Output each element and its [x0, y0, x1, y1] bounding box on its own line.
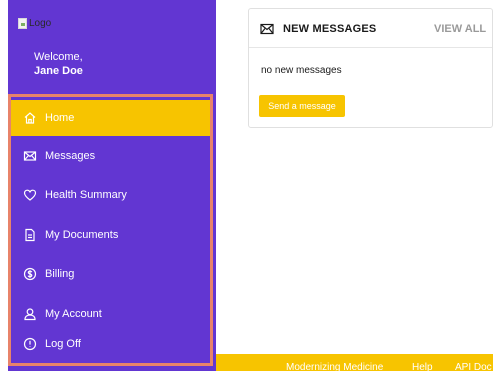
footer-bar: Modernizing Medicine Help API Doc — [216, 354, 493, 371]
envelope-icon — [260, 23, 274, 35]
empty-state-text: no new messages — [261, 65, 342, 76]
panel-title: NEW MESSAGES — [260, 23, 376, 35]
broken-image-icon — [18, 18, 27, 29]
panel-header: NEW MESSAGES VIEW ALL — [249, 9, 492, 48]
view-all-link[interactable]: VIEW ALL — [434, 23, 486, 35]
sidebar-item-log-off[interactable]: Log Off — [11, 326, 210, 362]
power-icon — [23, 337, 37, 351]
sidebar-item-health-summary[interactable]: Health Summary — [11, 177, 210, 213]
heart-icon — [23, 188, 37, 202]
sidebar-item-label: Billing — [45, 268, 75, 280]
home-icon — [23, 111, 37, 125]
envelope-icon — [23, 149, 37, 163]
new-messages-panel: NEW MESSAGES VIEW ALL no new messages Se… — [248, 8, 493, 128]
logo[interactable]: Logo — [18, 18, 51, 29]
send-message-button[interactable]: Send a message — [259, 95, 345, 117]
welcome-text: Welcome, — [34, 51, 83, 63]
document-icon — [23, 228, 37, 242]
sidebar-item-label: My Account — [45, 308, 102, 320]
dollar-circle-icon — [23, 267, 37, 281]
sidebar-item-home[interactable]: Home — [11, 100, 210, 136]
panel-title-text: NEW MESSAGES — [283, 23, 377, 35]
user-name: Jane Doe — [34, 65, 83, 77]
welcome-block: Welcome, Jane Doe — [34, 50, 83, 78]
user-icon — [23, 307, 37, 321]
sidebar-item-my-documents[interactable]: My Documents — [11, 217, 210, 253]
sidebar-item-messages[interactable]: Messages — [11, 138, 210, 174]
sidebar-item-label: My Documents — [45, 229, 119, 241]
sidebar-item-label: Home — [45, 112, 75, 124]
footer-link-api-doc[interactable]: API Doc — [455, 362, 492, 371]
sidebar-item-billing[interactable]: Billing — [11, 256, 210, 292]
sidebar-item-label: Health Summary — [45, 189, 127, 201]
footer-link-help[interactable]: Help — [412, 362, 433, 371]
footer-link-modernizing-medicine[interactable]: Modernizing Medicine — [286, 362, 383, 371]
sidebar-item-label: Log Off — [45, 338, 81, 350]
logo-alt-text: Logo — [29, 18, 52, 29]
sidebar-item-label: Messages — [45, 150, 96, 162]
